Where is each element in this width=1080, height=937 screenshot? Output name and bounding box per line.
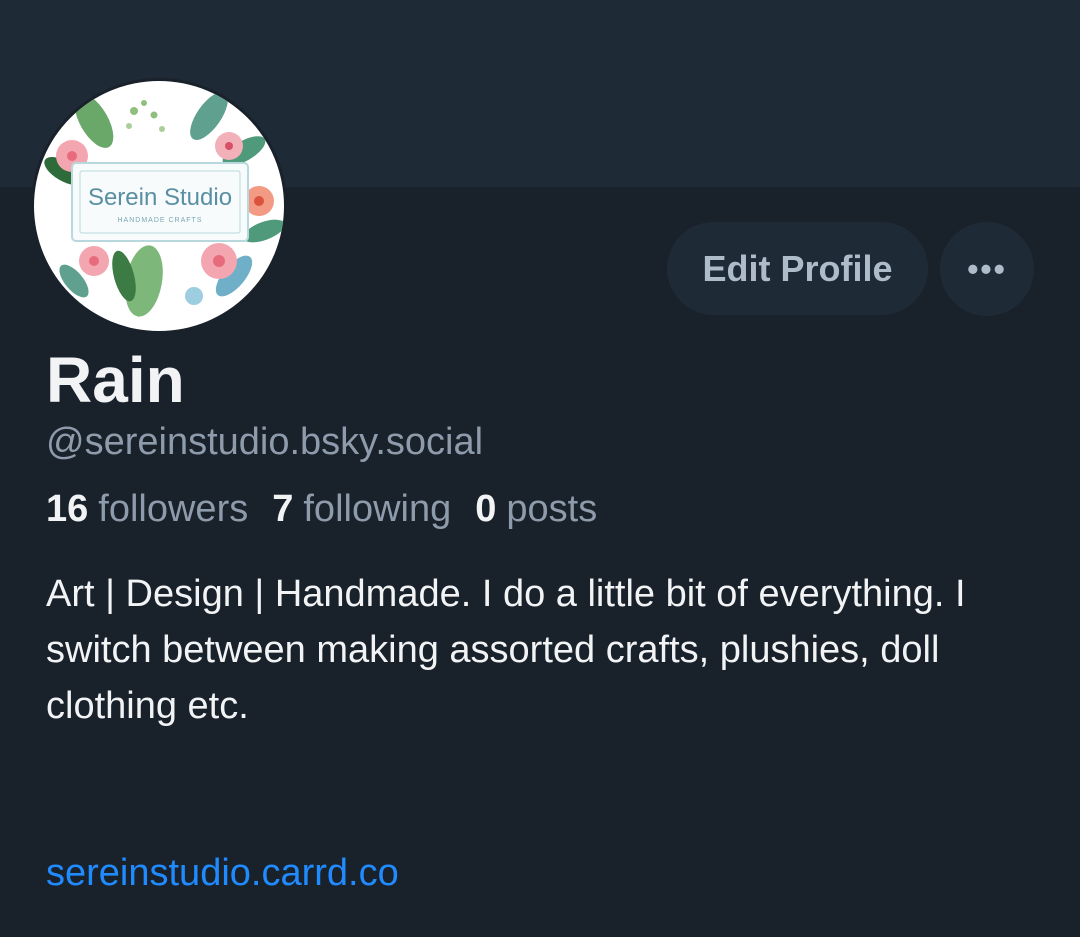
display-name: Rain — [46, 344, 185, 416]
avatar-subtitle-text: HANDMADE CRAFTS — [117, 217, 202, 224]
avatar-image: Serein Studio HANDMADE CRAFTS — [34, 81, 284, 331]
following-stat[interactable]: 7 following — [272, 485, 451, 533]
edit-profile-button[interactable]: Edit Profile — [667, 222, 928, 315]
followers-count: 16 — [46, 488, 89, 530]
ellipsis-icon: ••• — [967, 250, 1007, 287]
profile-bio: Art | Design | Handmade. I do a little b… — [46, 573, 966, 727]
profile-page: Serein Studio HANDMADE CRAFTS Edit Profi… — [0, 0, 1080, 937]
user-handle: @sereinstudio.bsky.social — [46, 421, 484, 463]
avatar-title-text: Serein Studio — [88, 184, 232, 211]
more-options-button[interactable]: ••• — [940, 222, 1034, 316]
followers-label: followers — [98, 488, 249, 530]
posts-label: posts — [506, 488, 598, 530]
following-label: following — [303, 488, 452, 530]
avatar[interactable]: Serein Studio HANDMADE CRAFTS — [31, 78, 287, 334]
profile-website-link[interactable]: sereinstudio.carrd.co — [46, 848, 399, 898]
profile-stats: 16 followers 7 following 0 posts — [46, 485, 597, 533]
followers-stat[interactable]: 16 followers — [46, 485, 248, 533]
posts-stat: 0 posts — [475, 485, 597, 533]
following-count: 7 — [272, 488, 294, 530]
posts-count: 0 — [475, 488, 497, 530]
